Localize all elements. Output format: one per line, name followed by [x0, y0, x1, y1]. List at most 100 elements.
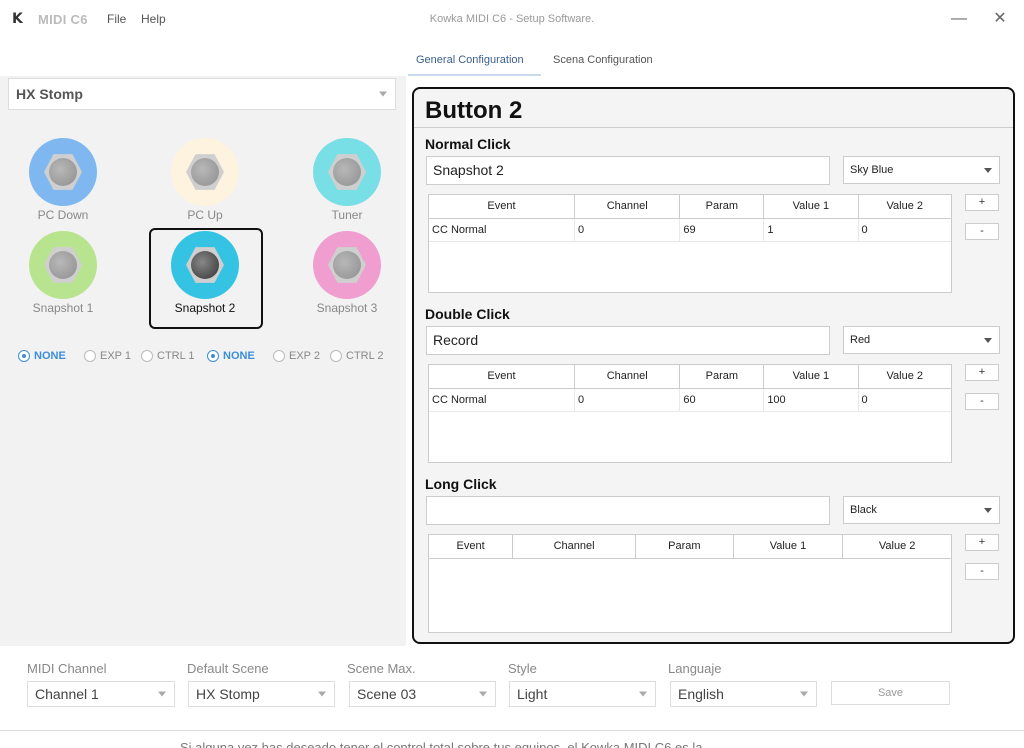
radio-dot-icon: [141, 350, 153, 362]
language-select[interactable]: English: [670, 681, 817, 707]
chevron-down-icon: [984, 338, 992, 343]
normal-click-remove-button[interactable]: -: [965, 223, 999, 240]
column-header[interactable]: Param: [679, 365, 765, 389]
pedal-label: PC Up: [187, 208, 223, 222]
footswitch-icon: [191, 251, 219, 279]
long-click-name-input[interactable]: [426, 496, 830, 525]
radio-ctrl1[interactable]: CTRL 1: [141, 350, 195, 362]
scene-max-select[interactable]: Scene 03: [349, 681, 496, 707]
footswitch-icon: [49, 251, 77, 279]
chevron-down-icon: [158, 691, 166, 697]
pedal-label: Snapshot 2: [174, 301, 236, 315]
normal-click-name-input[interactable]: Snapshot 2: [426, 156, 830, 185]
column-header[interactable]: Event: [429, 365, 575, 389]
button-config-panel: Button 2 Normal Click Snapshot 2 Sky Blu…: [412, 87, 1015, 644]
midi-channel-select[interactable]: Channel 1: [27, 681, 175, 707]
column-header[interactable]: Event: [429, 535, 514, 559]
column-header[interactable]: Event: [429, 195, 575, 219]
pedal-snapshot-3[interactable]: Snapshot 3: [292, 231, 402, 315]
chevron-down-icon: [800, 691, 808, 697]
normal-click-add-button[interactable]: +: [965, 194, 999, 211]
column-header[interactable]: Param: [679, 195, 765, 219]
normal-click-event-table[interactable]: Event Channel Param Value 1 Value 2 CC N…: [428, 194, 952, 293]
chevron-down-icon: [984, 168, 992, 173]
window-title: Kowka MIDI C6 - Setup Software.: [429, 13, 595, 25]
normal-click-color-select[interactable]: Sky Blue: [843, 156, 1000, 184]
divider: [0, 730, 1024, 731]
double-click-add-button[interactable]: +: [965, 364, 999, 381]
language-label: Languaje: [668, 661, 722, 676]
column-header[interactable]: Value 2: [842, 535, 951, 559]
radio-dot-icon: [18, 350, 30, 362]
column-header[interactable]: Value 1: [733, 535, 844, 559]
device-select-value: HX Stomp: [16, 86, 83, 102]
radio-exp1-none[interactable]: NONE: [18, 350, 66, 362]
pedal-snapshot-2[interactable]: Snapshot 2: [150, 231, 260, 315]
chevron-down-icon: [984, 508, 992, 513]
pedal-snapshot-1[interactable]: Snapshot 1: [8, 231, 118, 315]
minimize-button[interactable]: —: [945, 8, 973, 32]
pedal-led: [171, 231, 239, 299]
chevron-down-icon: [639, 691, 647, 697]
pedal-pc-down[interactable]: PC Down: [8, 138, 118, 222]
divider: [414, 127, 1013, 128]
long-click-color-select[interactable]: Black: [843, 496, 1000, 524]
radio-ctrl2[interactable]: CTRL 2: [330, 350, 384, 362]
style-select[interactable]: Light: [509, 681, 656, 707]
radio-dot-icon: [207, 350, 219, 362]
column-header[interactable]: Value 1: [763, 195, 859, 219]
pedal-pc-up[interactable]: PC Up: [150, 138, 260, 222]
title-bar: K MIDI C6 File Help Kowka MIDI C6 - Setu…: [0, 0, 1024, 40]
long-click-event-table[interactable]: Event Channel Param Value 1 Value 2: [428, 534, 952, 633]
double-click-event-table[interactable]: Event Channel Param Value 1 Value 2 CC N…: [428, 364, 952, 463]
footswitch-icon: [49, 158, 77, 186]
radio-exp2[interactable]: EXP 2: [273, 350, 320, 362]
scene-max-label: Scene Max.: [347, 661, 416, 676]
tab-scena-configuration[interactable]: Scena Configuration: [553, 54, 653, 76]
column-header[interactable]: Channel: [574, 195, 681, 219]
double-click-name-input[interactable]: Record: [426, 326, 830, 355]
footswitch-icon: [333, 158, 361, 186]
column-header[interactable]: Channel: [512, 535, 636, 559]
chevron-down-icon: [318, 691, 326, 697]
footswitch-icon: [333, 251, 361, 279]
pedal-led: [313, 231, 381, 299]
radio-dot-icon: [84, 350, 96, 362]
long-click-title: Long Click: [425, 476, 497, 492]
double-click-color-select[interactable]: Red: [843, 326, 1000, 354]
normal-click-title: Normal Click: [425, 136, 511, 152]
chevron-down-icon: [379, 91, 387, 97]
chevron-down-icon: [479, 691, 487, 697]
tab-general-configuration[interactable]: General Configuration: [408, 54, 541, 76]
double-click-remove-button[interactable]: -: [965, 393, 999, 410]
column-header[interactable]: Param: [635, 535, 734, 559]
pedal-led: [29, 138, 97, 206]
column-header[interactable]: Value 1: [763, 365, 859, 389]
column-header[interactable]: Value 2: [858, 365, 951, 389]
style-label: Style: [508, 661, 537, 676]
pedal-label: Tuner: [331, 208, 363, 222]
radio-exp2-none[interactable]: NONE: [207, 350, 255, 362]
pedal-tuner[interactable]: Tuner: [292, 138, 402, 222]
pedal-led: [313, 138, 381, 206]
device-select[interactable]: HX Stomp: [8, 78, 396, 110]
radio-dot-icon: [273, 350, 285, 362]
midi-channel-label: MIDI Channel: [27, 661, 107, 676]
column-header[interactable]: Value 2: [858, 195, 951, 219]
button-title: Button 2: [425, 97, 523, 124]
column-header[interactable]: Channel: [574, 365, 681, 389]
long-click-add-button[interactable]: +: [965, 534, 999, 551]
default-scene-select[interactable]: HX Stomp: [188, 681, 335, 707]
background-description-text: Si alguna vez has deseado tener el contr…: [180, 740, 703, 748]
table-row[interactable]: CC Normal 0 60 100 0: [429, 388, 951, 412]
default-scene-label: Default Scene: [187, 661, 269, 676]
radio-exp1[interactable]: EXP 1: [84, 350, 131, 362]
long-click-remove-button[interactable]: -: [965, 563, 999, 580]
save-button[interactable]: Save: [831, 681, 950, 705]
close-button[interactable]: ✕: [986, 8, 1014, 32]
radio-dot-icon: [330, 350, 342, 362]
pedal-label: Snapshot 3: [316, 301, 378, 315]
double-click-title: Double Click: [425, 306, 510, 322]
table-row[interactable]: CC Normal 0 69 1 0: [429, 218, 951, 242]
footswitch-icon: [191, 158, 219, 186]
